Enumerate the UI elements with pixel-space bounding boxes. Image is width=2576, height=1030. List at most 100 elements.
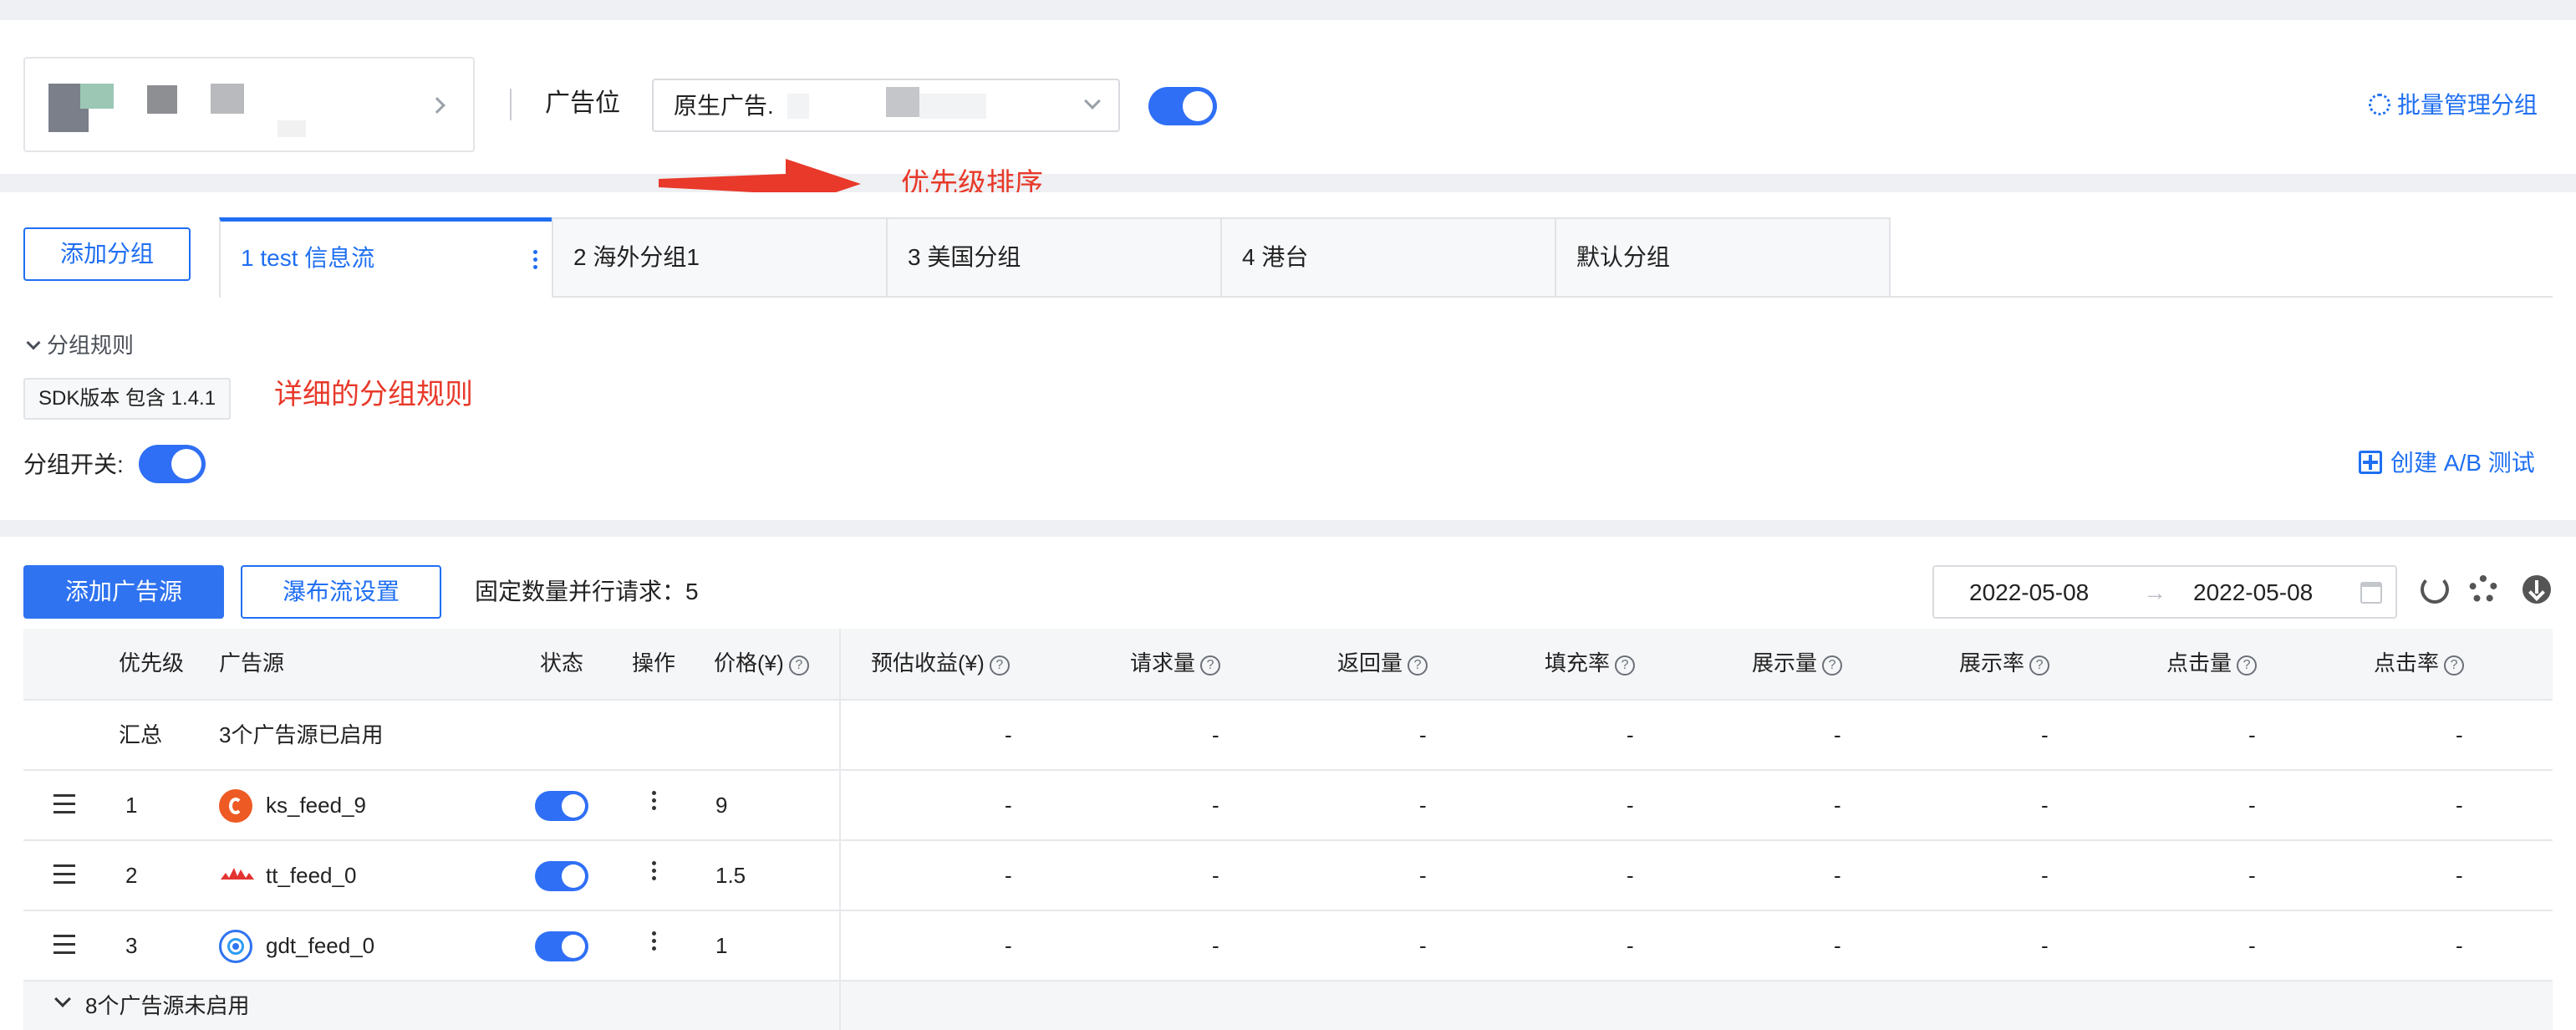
summary-fill-rate: -	[1627, 722, 1634, 747]
col-label: 预估收益(¥)	[871, 650, 985, 676]
row-more-icon[interactable]	[652, 931, 657, 954]
col-impressions[interactable]: 展示量?	[1752, 649, 1843, 677]
tab-label: 1 test 信息流	[241, 245, 375, 271]
group-switch-toggle[interactable]	[139, 445, 206, 483]
col-price[interactable]: 价格(¥)?	[714, 649, 809, 677]
row-source-name: ks_feed_9	[266, 793, 366, 818]
disabled-sources-toggle[interactable]: 8个广告源未启用	[23, 982, 2553, 1030]
summary-label: 汇总	[119, 722, 163, 747]
col-fill-rate[interactable]: 填充率?	[1545, 649, 1636, 677]
row-impressions: -	[1834, 863, 1841, 888]
disabled-sources-label: 8个广告源未启用	[85, 993, 250, 1018]
settings-icon[interactable]	[2469, 575, 2497, 604]
help-icon[interactable]: ?	[1200, 655, 1221, 676]
row-priority: 3	[125, 933, 138, 958]
summary-clicks: -	[2248, 722, 2256, 747]
drag-handle-icon[interactable]	[53, 864, 75, 890]
col-est-revenue[interactable]: 预估收益(¥)?	[871, 649, 1010, 677]
row-status-toggle[interactable]	[535, 861, 588, 891]
tab-default-group[interactable]: 默认分组	[1555, 217, 1891, 298]
row-est-revenue: -	[1005, 863, 1012, 888]
add-ad-source-button[interactable]: 添加广告源	[23, 565, 224, 619]
app-icon-blurred-2	[80, 84, 114, 109]
ad-slot-blurred-3	[919, 94, 986, 119]
row-price: 1.5	[715, 863, 746, 888]
row-requests: -	[1212, 793, 1219, 818]
row-est-revenue: -	[1005, 933, 1012, 958]
help-icon[interactable]: ?	[989, 655, 1010, 676]
col-label: 填充率	[1545, 650, 1611, 676]
help-icon[interactable]: ?	[1615, 655, 1636, 676]
row-returns: -	[1419, 933, 1427, 958]
table-header: 优先级 广告源 状态 操作 价格(¥)? 预估收益(¥)? 请求量? 返回量? …	[23, 629, 2553, 701]
table-row: 3 gdt_feed_0 1 - - - - - - - -	[23, 911, 2553, 982]
tab-label: 4 港台	[1242, 244, 1309, 270]
row-fill-rate: -	[1627, 933, 1634, 958]
col-status: 状态	[540, 650, 584, 676]
tab-more-icon[interactable]	[533, 250, 538, 273]
date-end[interactable]: 2022-05-08	[2193, 579, 2313, 607]
app-selector[interactable]	[23, 57, 475, 152]
row-more-icon[interactable]	[652, 791, 657, 813]
row-fill-rate: -	[1627, 793, 1634, 818]
ad-slot-select[interactable]: 原生广告.	[652, 79, 1120, 132]
help-icon[interactable]: ?	[2444, 655, 2465, 676]
row-status-toggle[interactable]	[535, 791, 588, 821]
summary-text: 3个广告源已启用	[219, 722, 384, 747]
chevron-down-icon	[1084, 93, 1101, 110]
table-row: 2 tt_feed_0 1.5 - - - - - - - -	[23, 841, 2553, 911]
tab-group-1[interactable]: 1 test 信息流	[219, 217, 553, 298]
arrow-right-icon: →	[2143, 579, 2166, 605]
col-ctr[interactable]: 点击率?	[2374, 649, 2465, 677]
date-range-picker[interactable]: 2022-05-08 → 2022-05-08	[1932, 565, 2397, 619]
chevron-down-icon	[54, 991, 71, 1007]
help-icon[interactable]: ?	[788, 655, 809, 676]
ad-slot-toggle[interactable]	[1148, 87, 1217, 125]
col-returns[interactable]: 返回量?	[1337, 649, 1428, 677]
col-label: 点击率	[2374, 650, 2440, 676]
create-ab-test-label: 创建 A/B 测试	[2390, 450, 2535, 476]
parallel-request-info: 固定数量并行请求：5	[475, 579, 699, 604]
row-returns: -	[1419, 793, 1427, 818]
row-status-toggle[interactable]	[535, 931, 588, 961]
create-ab-test-link[interactable]: 创建 A/B 测试	[2359, 448, 2535, 478]
download-icon[interactable]	[2523, 575, 2551, 604]
col-label: 点击量	[2166, 650, 2232, 676]
summary-est-revenue: -	[1005, 722, 1012, 747]
date-start[interactable]: 2022-05-08	[1969, 579, 2089, 607]
app-name-blurred	[147, 85, 177, 114]
waterfall-settings-button[interactable]: 瀑布流设置	[241, 565, 441, 619]
row-requests: -	[1212, 933, 1219, 958]
col-clicks[interactable]: 点击量?	[2166, 649, 2258, 677]
col-source: 广告源	[219, 650, 285, 676]
col-impression-rate[interactable]: 展示率?	[1959, 649, 2050, 677]
tab-group-4[interactable]: 4 港台	[1220, 217, 1556, 298]
group-rules-toggle[interactable]: 分组规则	[25, 331, 134, 359]
drag-handle-icon[interactable]	[53, 935, 75, 960]
calendar-icon	[2360, 582, 2382, 604]
help-icon[interactable]: ?	[2029, 655, 2050, 676]
plus-square-icon	[2359, 451, 2382, 474]
row-impression-rate: -	[2041, 793, 2049, 818]
help-icon[interactable]: ?	[1408, 655, 1428, 676]
summary-impression-rate: -	[2041, 722, 2049, 747]
ad-slot-label: 广告位	[545, 89, 620, 117]
row-priority: 2	[125, 863, 138, 888]
kuaishou-icon	[219, 789, 252, 823]
refresh-icon[interactable]	[2421, 575, 2449, 604]
tab-group-2[interactable]: 2 海外分组1	[552, 217, 888, 298]
summary-requests: -	[1212, 722, 1219, 747]
row-fill-rate: -	[1627, 863, 1634, 888]
app-name-blurred-2	[211, 84, 244, 114]
row-more-icon[interactable]	[652, 861, 657, 884]
help-icon[interactable]: ?	[2237, 655, 2258, 676]
add-group-button[interactable]: 添加分组	[23, 227, 191, 281]
col-label: 请求量	[1130, 650, 1196, 676]
drag-handle-icon[interactable]	[53, 794, 75, 819]
row-returns: -	[1419, 863, 1427, 888]
tab-label: 默认分组	[1576, 244, 1671, 270]
tab-group-3[interactable]: 3 美国分组	[886, 217, 1222, 298]
batch-manage-link[interactable]: 批量管理分组	[2369, 90, 2538, 120]
help-icon[interactable]: ?	[1822, 655, 1843, 676]
col-requests[interactable]: 请求量?	[1130, 649, 1221, 677]
